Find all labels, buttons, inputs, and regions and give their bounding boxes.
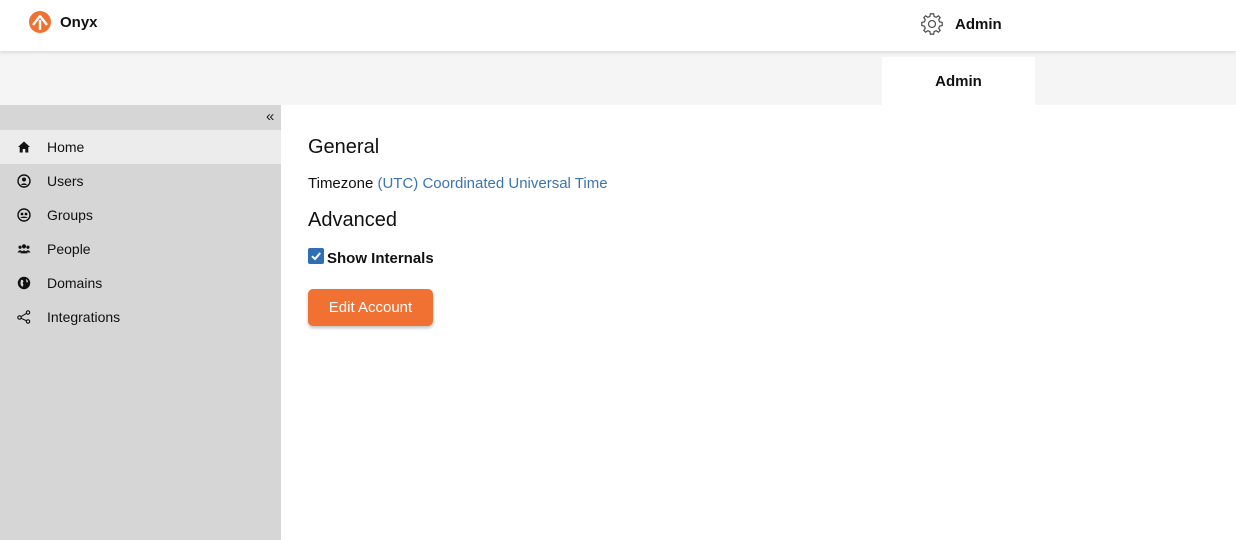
sidebar-item-groups[interactable]: Groups bbox=[0, 198, 281, 232]
sidebar-item-label: Integrations bbox=[47, 309, 121, 325]
sidebar-item-users[interactable]: Users bbox=[0, 164, 281, 198]
collapse-sidebar-button[interactable]: « bbox=[266, 108, 274, 125]
sidebar-item-label: Groups bbox=[47, 207, 93, 223]
edit-account-button[interactable]: Edit Account bbox=[308, 289, 433, 326]
gear-icon[interactable] bbox=[920, 12, 944, 36]
timezone-link[interactable]: (UTC) Coordinated Universal Time bbox=[377, 175, 607, 192]
sidebar-item-label: Domains bbox=[47, 275, 103, 291]
sidebar-item-integrations[interactable]: Integrations bbox=[0, 300, 281, 334]
sidebar-item-home[interactable]: Home bbox=[0, 130, 281, 164]
sidebar-item-domains[interactable]: Domains bbox=[0, 266, 281, 300]
sidebar: « Home Users Groups People Domains Integ… bbox=[0, 105, 281, 540]
show-internals-checkbox[interactable] bbox=[308, 247, 324, 264]
sidebar-item-label: Home bbox=[47, 139, 85, 155]
onyx-logo-icon bbox=[29, 11, 51, 33]
timezone-row: Timezone (UTC) Coordinated Universal Tim… bbox=[308, 175, 608, 192]
home-icon bbox=[17, 140, 31, 154]
user-menu[interactable]: Admin bbox=[920, 12, 1002, 36]
top-header: Onyx Admin bbox=[0, 0, 1236, 51]
show-internals-label[interactable]: Show Internals bbox=[327, 250, 434, 267]
general-heading: General bbox=[308, 136, 380, 158]
main-content: General Timezone (UTC) Coordinated Unive… bbox=[281, 105, 1236, 540]
globe-icon bbox=[17, 276, 31, 290]
tab-strip: Admin bbox=[0, 51, 1236, 105]
tab-admin[interactable]: Admin bbox=[882, 57, 1035, 105]
sidebar-item-label: Users bbox=[47, 173, 84, 189]
sidebar-item-label: People bbox=[47, 241, 91, 257]
sidebar-item-people[interactable]: People bbox=[0, 232, 281, 266]
show-internals-row: Show Internals bbox=[308, 247, 434, 267]
sidebar-nav: Home Users Groups People Domains Integra… bbox=[0, 130, 281, 334]
checkmark-icon bbox=[311, 251, 321, 260]
share-nodes-icon bbox=[17, 310, 31, 324]
timezone-label: Timezone bbox=[308, 175, 374, 192]
people-icon bbox=[17, 242, 31, 256]
brand-name: Onyx bbox=[60, 13, 98, 31]
advanced-heading: Advanced bbox=[308, 209, 397, 231]
user-name: Admin bbox=[955, 15, 1002, 33]
group-circle-icon bbox=[17, 208, 31, 222]
user-circle-icon bbox=[17, 174, 31, 188]
brand[interactable]: Onyx bbox=[29, 11, 98, 33]
